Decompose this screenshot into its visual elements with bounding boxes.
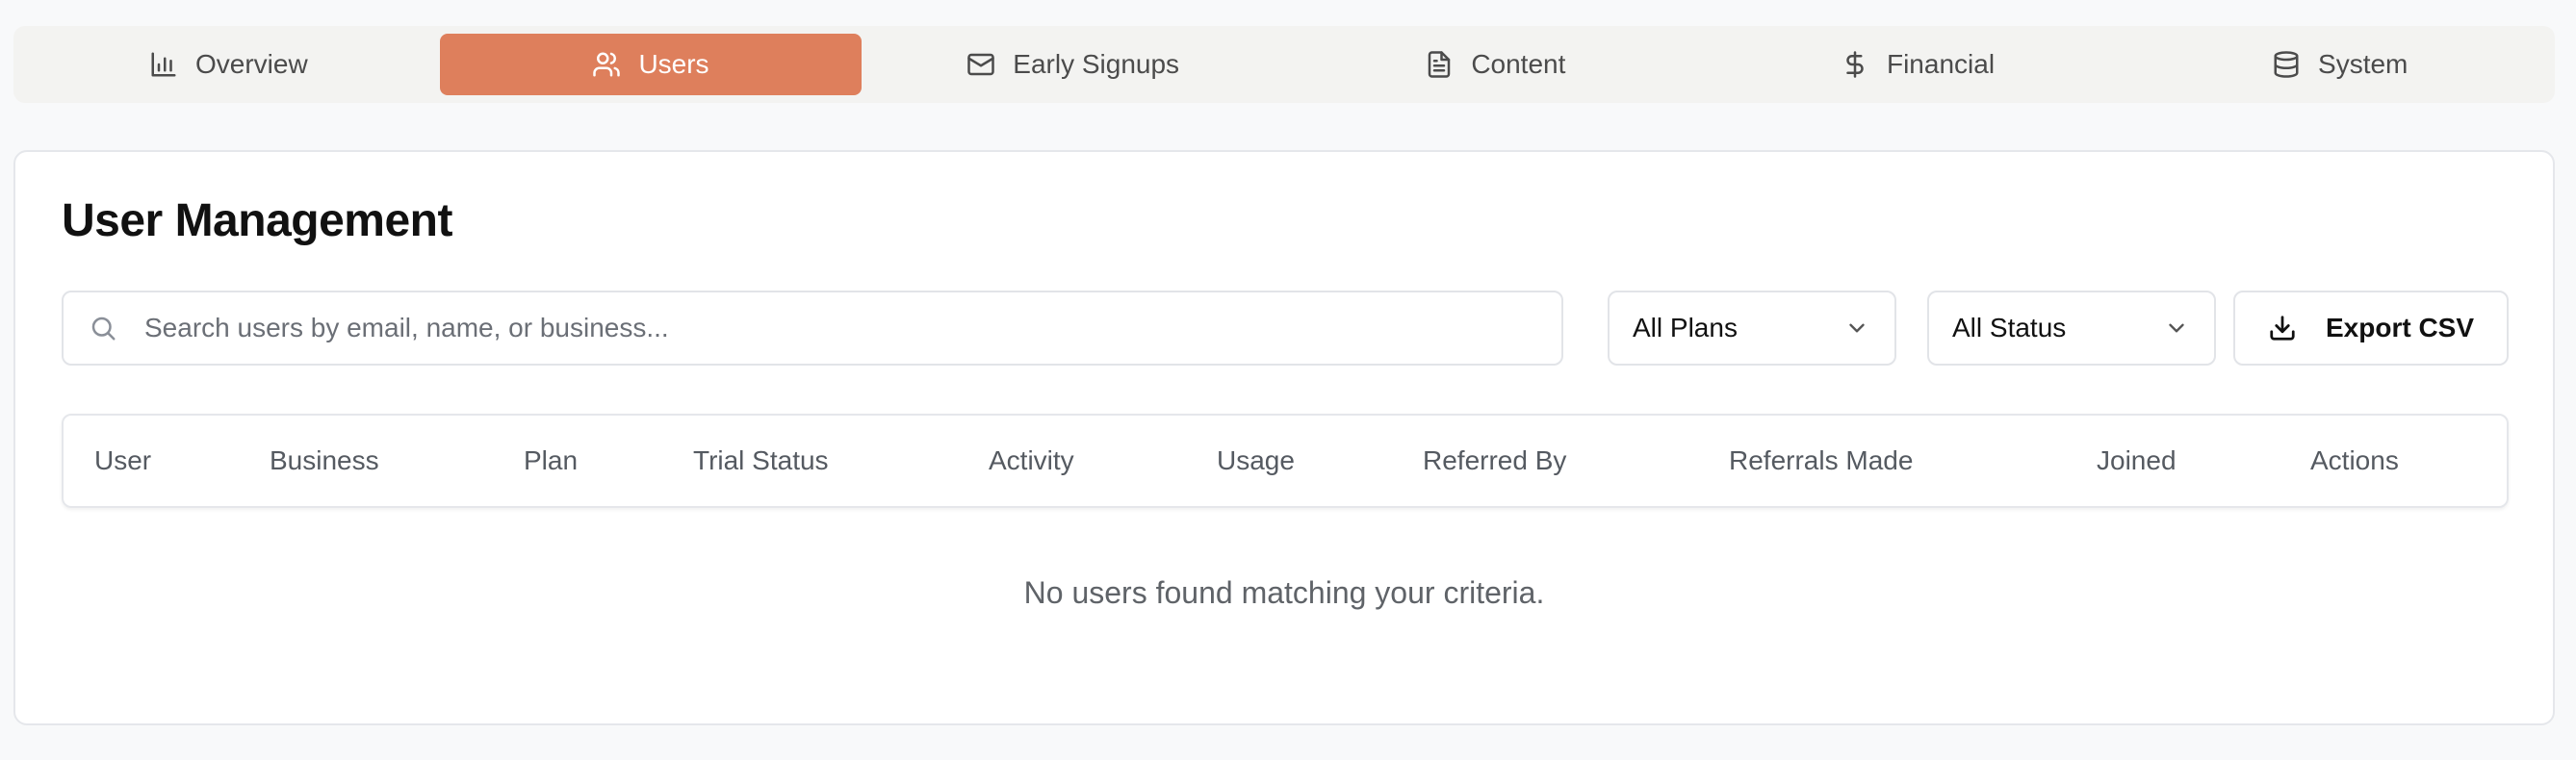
- database-icon: [2274, 51, 2299, 78]
- user-management-card: User Management All Plans All Status Exp…: [13, 150, 2555, 725]
- column-header-plan[interactable]: Plan: [524, 416, 578, 506]
- column-header-activity[interactable]: Activity: [989, 416, 1074, 506]
- plan-filter-select[interactable]: All Plans: [1608, 291, 1896, 366]
- tab-financial[interactable]: Financial: [1707, 34, 2129, 95]
- column-header-trial-status[interactable]: Trial Status: [693, 416, 829, 506]
- tab-early-signups[interactable]: Early Signups: [862, 34, 1284, 95]
- dollar-icon: [1846, 51, 1864, 78]
- users-icon: [593, 52, 621, 77]
- search-input[interactable]: [142, 312, 1561, 344]
- export-label: Export CSV: [2325, 313, 2475, 342]
- column-header-user[interactable]: User: [94, 416, 151, 506]
- search-box[interactable]: [62, 291, 1563, 366]
- export-csv-button[interactable]: Export CSV: [2233, 291, 2509, 366]
- users-table-header: User Business Plan Trial Status Activity…: [62, 414, 2509, 508]
- plan-filter-value: All Plans: [1633, 313, 1738, 342]
- tab-label: Users: [638, 49, 709, 79]
- tab-users[interactable]: Users: [439, 34, 863, 95]
- main-nav-tabs: Overview Users Early Signups Content Fin…: [13, 26, 2555, 103]
- tab-overview[interactable]: Overview: [17, 34, 440, 95]
- download-icon: [2270, 316, 2295, 341]
- chevron-down-icon: [1849, 323, 1865, 333]
- empty-state-message: No users found matching your criteria.: [1023, 575, 1545, 610]
- search-icon: [91, 317, 116, 341]
- column-header-actions[interactable]: Actions: [2310, 416, 2399, 506]
- file-text-icon: [1429, 51, 1451, 78]
- chevron-down-icon: [2169, 323, 2184, 333]
- tab-content[interactable]: Content: [1284, 34, 1707, 95]
- column-header-referrals-made[interactable]: Referrals Made: [1729, 416, 1913, 506]
- column-header-usage[interactable]: Usage: [1217, 416, 1295, 506]
- bar-chart-icon: [151, 52, 176, 77]
- mail-icon: [967, 53, 995, 76]
- column-header-joined[interactable]: Joined: [2097, 416, 2177, 506]
- tab-label: Financial: [1886, 49, 1996, 79]
- tab-label: Overview: [194, 49, 308, 79]
- tab-label: Content: [1471, 49, 1566, 79]
- tab-label: System: [2318, 49, 2409, 79]
- tab-label: Early Signups: [1013, 49, 1180, 79]
- page-title: User Management: [62, 195, 452, 246]
- column-header-business[interactable]: Business: [270, 416, 379, 506]
- status-filter-value: All Status: [1952, 313, 2067, 342]
- column-header-referred-by[interactable]: Referred By: [1423, 416, 1566, 506]
- status-filter-select[interactable]: All Status: [1927, 291, 2216, 366]
- tab-system[interactable]: System: [2128, 34, 2551, 95]
